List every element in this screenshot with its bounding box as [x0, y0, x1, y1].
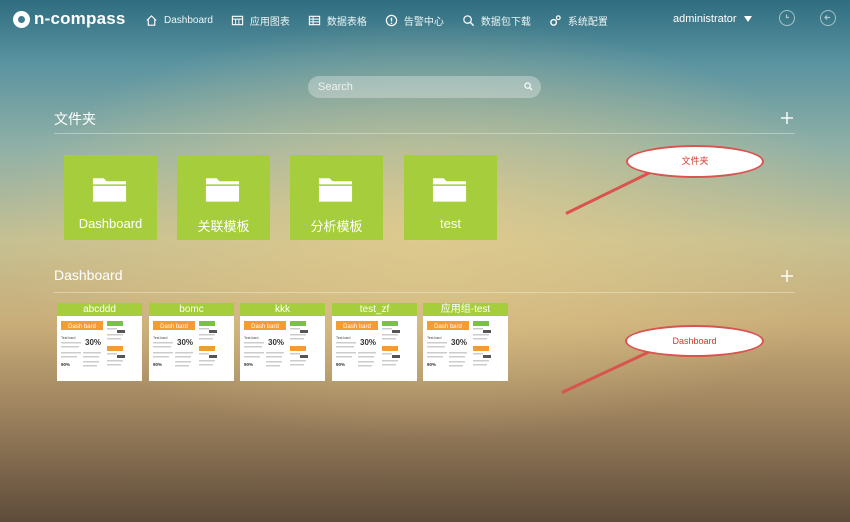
nav-item-alert-center[interactable]: 告警中心: [385, 13, 444, 28]
nav-label: 告警中心: [403, 17, 444, 28]
thumb-big-value: 30%: [177, 338, 193, 347]
grid-icon: [308, 15, 321, 26]
dashboard-card-title: 应用组-test: [423, 303, 508, 316]
thumb-tag: Test bard: [336, 336, 350, 340]
search-icon: [463, 15, 475, 27]
nav-item-packet-download[interactable]: 数据包下载: [462, 13, 531, 28]
dashboard-card-title: kkk: [240, 303, 325, 316]
gears-icon: [550, 15, 561, 26]
top-bar: n-compass Dashboard 应用图表 数据表格 告警中心 数据包下载…: [0, 0, 850, 40]
folder-tile[interactable]: 分析模板: [290, 155, 383, 240]
thumb-tag: Test bard: [244, 336, 258, 340]
dashboard-card-title: bomc: [149, 303, 234, 316]
thumb-banner: Dash bard: [251, 324, 279, 330]
folder-label: Dashboard: [78, 216, 143, 231]
thumb-small-value: 90%: [427, 362, 436, 367]
folder-icon: [205, 178, 240, 202]
nav-label: 数据表格: [326, 17, 367, 28]
thumb-tag: Test bard: [427, 336, 441, 340]
dashboard-card[interactable]: 应用组-test Dash bard Test bard 30% 90%: [423, 303, 508, 381]
dashboard-card[interactable]: test_zf Dash bard Test bard 30% 90%: [332, 303, 417, 381]
logo[interactable]: n-compass: [13, 9, 126, 29]
dashboard-thumbnail: Dash bard Test bard 30% 90%: [244, 321, 308, 367]
nav-item-dashboard[interactable]: Dashboard: [145, 13, 213, 28]
table-icon: [231, 15, 244, 26]
thumb-big-value: 30%: [268, 338, 284, 347]
nav-label: Dashboard: [164, 15, 213, 26]
thumb-small-value: 90%: [153, 362, 162, 367]
logo-text: n-compass: [34, 9, 126, 28]
dashboard-card[interactable]: bomc Dash bard Test bard 30% 90%: [149, 303, 234, 381]
nav-item-app-charts[interactable]: 应用图表: [231, 13, 290, 28]
dashboard-thumbnail: Dash bard Test bard 30% 90%: [153, 321, 217, 367]
thumb-banner: Dash bard: [68, 324, 96, 330]
search-input[interactable]: [318, 76, 518, 98]
folder-tile[interactable]: Dashboard: [64, 155, 157, 240]
thumb-tag: Test bard: [61, 336, 75, 340]
folder-callout: 文件夹: [626, 145, 764, 178]
user-menu[interactable]: administrator: [673, 13, 752, 25]
section-divider: [54, 292, 795, 293]
nav-label: 数据包下载: [480, 17, 531, 28]
dashboard-thumbnail: Dash bard Test bard 30% 90%: [61, 321, 125, 367]
folder-label: 分析模板: [310, 219, 363, 234]
thumb-banner: Dash bard: [343, 324, 371, 330]
nav-label: 应用图表: [249, 17, 290, 28]
thumb-tag: Test bard: [153, 336, 167, 340]
folder-label: 关联模板: [197, 219, 250, 234]
folder-icon: [92, 178, 127, 202]
dashboard-callout: Dashboard: [625, 325, 764, 357]
dashboard-card-title: abcddd: [57, 303, 142, 316]
logout-icon[interactable]: [820, 10, 836, 26]
dashboards-section-title: Dashboard: [54, 267, 123, 283]
search-box: [308, 76, 541, 98]
add-dashboard-icon[interactable]: [781, 270, 793, 282]
dashboard-card[interactable]: kkk Dash bard Test bard 30% 90%: [240, 303, 325, 381]
folder-tile[interactable]: test: [404, 155, 497, 240]
dashboard-thumbnail: Dash bard Test bard 30% 90%: [336, 321, 400, 367]
thumb-big-value: 30%: [451, 338, 467, 347]
dashboard-card-title: test_zf: [332, 303, 417, 316]
dashboard-card[interactable]: abcddd Dash bard Test bard 30% 90%: [57, 303, 142, 381]
nav-item-system-config[interactable]: 系统配置: [549, 13, 608, 28]
folders-section-title: 文件夹: [54, 111, 96, 127]
search-icon[interactable]: [524, 82, 533, 91]
folder-icon: [432, 178, 467, 202]
user-name: administrator: [673, 13, 737, 25]
section-divider: [54, 133, 795, 134]
nav-label: 系统配置: [567, 17, 608, 28]
thumb-small-value: 90%: [244, 362, 253, 367]
folder-tile[interactable]: 关联模板: [177, 155, 270, 240]
thumb-big-value: 30%: [360, 338, 376, 347]
dashboard-thumbnail: Dash bard Test bard 30% 90%: [427, 321, 491, 367]
alert-icon: [385, 14, 398, 27]
folder-label: test: [440, 216, 461, 231]
thumb-big-value: 30%: [85, 338, 101, 347]
thumb-banner: Dash bard: [160, 324, 188, 330]
nav-item-data-tables[interactable]: 数据表格: [308, 13, 367, 28]
home-icon: [146, 15, 157, 26]
thumb-banner: Dash bard: [434, 324, 462, 330]
main-nav: Dashboard 应用图表 数据表格 告警中心 数据包下载 系统配置: [145, 13, 626, 28]
logo-icon: [13, 10, 30, 28]
caret-down-icon: [743, 16, 752, 22]
add-folder-icon[interactable]: [781, 112, 793, 124]
thumb-small-value: 90%: [336, 362, 345, 367]
folder-icon: [318, 178, 353, 202]
clock-icon[interactable]: [779, 10, 795, 26]
thumb-small-value: 90%: [61, 362, 70, 367]
